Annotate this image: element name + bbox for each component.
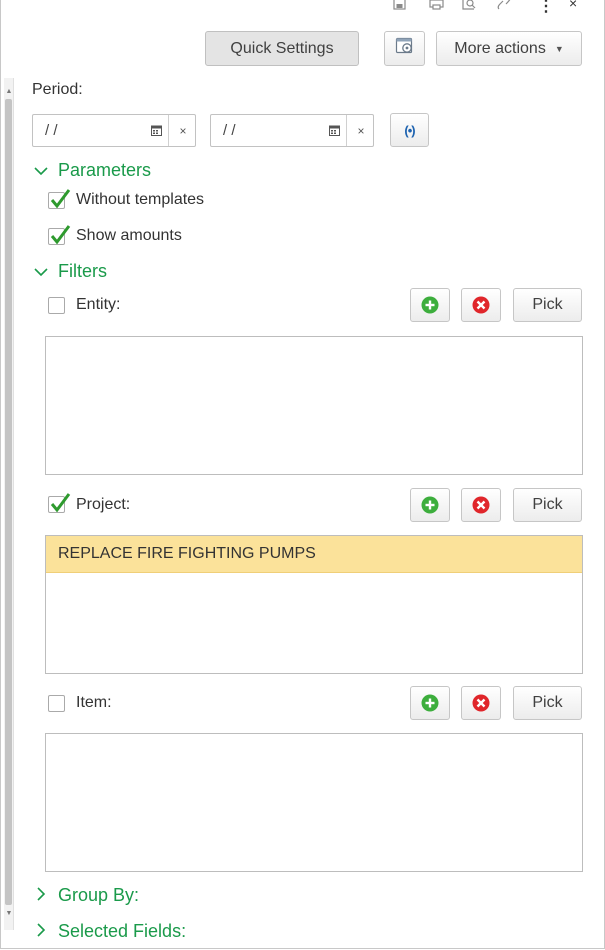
without-templates-checkbox[interactable] — [48, 189, 71, 209]
entity-label: Entity: — [76, 296, 121, 313]
entity-add-button[interactable] — [410, 288, 450, 322]
list-item-label: REPLACE FIRE FIGHTING PUMPS — [58, 545, 316, 562]
project-checkbox[interactable] — [48, 493, 71, 513]
calendar-icon[interactable] — [143, 115, 169, 146]
period-start-value: / / — [45, 122, 58, 139]
add-icon — [421, 496, 439, 514]
project-pick-button[interactable]: Pick — [513, 488, 582, 522]
chevron-right-icon — [34, 885, 48, 906]
period-select-button[interactable]: (•) — [390, 113, 429, 147]
entity-pick-label: Pick — [532, 296, 563, 313]
selected-fields-section-header[interactable]: Selected Fields: — [34, 921, 186, 942]
project-list[interactable]: REPLACE FIRE FIGHTING PUMPS — [45, 535, 583, 674]
print-icon[interactable] — [429, 0, 444, 15]
entity-pick-button[interactable]: Pick — [513, 288, 582, 322]
item-pick-label: Pick — [532, 694, 563, 711]
project-remove-button[interactable] — [461, 488, 501, 522]
more-actions-label: More actions — [454, 39, 546, 57]
clear-icon[interactable]: × — [168, 115, 197, 146]
more-vertical-icon[interactable]: ⋮ — [538, 0, 554, 16]
project-pick-label: Pick — [532, 496, 563, 513]
checkmark-icon — [50, 189, 71, 209]
project-label: Project: — [76, 496, 131, 513]
item-label: Item: — [76, 694, 112, 711]
period-end-value: / / — [223, 122, 236, 139]
more-actions-button[interactable]: More actions ▼ — [436, 31, 582, 66]
quick-settings-label: Quick Settings — [230, 39, 334, 57]
parameters-title: Parameters — [58, 160, 152, 180]
quick-settings-button[interactable]: Quick Settings — [205, 31, 359, 66]
filters-title: Filters — [58, 261, 107, 281]
period-label: Period: — [32, 81, 83, 98]
chevron-down-icon — [34, 160, 48, 181]
clear-icon[interactable]: × — [346, 115, 375, 146]
scroll-up-arrow-icon[interactable]: ▲ — [5, 88, 13, 96]
group-by-title: Group By: — [58, 885, 140, 905]
report-settings-icon — [395, 36, 415, 61]
project-add-button[interactable] — [410, 488, 450, 522]
checkmark-icon — [50, 493, 71, 513]
dropdown-arrow-icon: ▼ — [554, 43, 564, 54]
checkmark-icon — [50, 225, 71, 245]
save-icon[interactable] — [393, 0, 406, 15]
without-templates-label: Without templates — [76, 191, 205, 208]
add-icon — [421, 296, 439, 314]
report-settings-panel: ⋮ × Quick Settings More actions ▼ ▲ ▼ Pe… — [0, 0, 605, 949]
remove-icon — [472, 694, 490, 712]
sync-icon: (•) — [404, 122, 415, 138]
entity-remove-button[interactable] — [461, 288, 501, 322]
chevron-right-icon — [34, 921, 48, 942]
calendar-icon[interactable] — [321, 115, 347, 146]
link-icon[interactable] — [497, 0, 513, 15]
entity-checkbox[interactable] — [48, 297, 65, 314]
scrollbar-thumb[interactable] — [5, 99, 12, 905]
group-by-section-header[interactable]: Group By: — [34, 885, 139, 906]
list-item[interactable]: REPLACE FIRE FIGHTING PUMPS — [46, 536, 582, 573]
add-icon — [421, 694, 439, 712]
remove-icon — [472, 496, 490, 514]
item-remove-button[interactable] — [461, 686, 501, 720]
scroll-down-arrow-icon[interactable]: ▼ — [5, 910, 13, 918]
filters-section-header[interactable]: Filters — [34, 261, 107, 282]
chevron-down-icon — [34, 261, 48, 282]
selected-fields-title: Selected Fields: — [58, 921, 187, 941]
close-icon[interactable]: × — [569, 0, 577, 11]
item-checkbox[interactable] — [48, 695, 65, 712]
parameters-section-header[interactable]: Parameters — [34, 160, 151, 181]
entity-list[interactable] — [45, 336, 583, 475]
item-pick-button[interactable]: Pick — [513, 686, 582, 720]
item-add-button[interactable] — [410, 686, 450, 720]
item-list[interactable] — [45, 733, 583, 872]
report-settings-button[interactable] — [384, 31, 425, 66]
period-end-field[interactable]: / / × — [210, 114, 374, 147]
preview-icon[interactable] — [462, 0, 478, 15]
show-amounts-checkbox[interactable] — [48, 225, 71, 245]
remove-icon — [472, 296, 490, 314]
show-amounts-label: Show amounts — [76, 227, 182, 244]
period-start-field[interactable]: / / × — [32, 114, 196, 147]
